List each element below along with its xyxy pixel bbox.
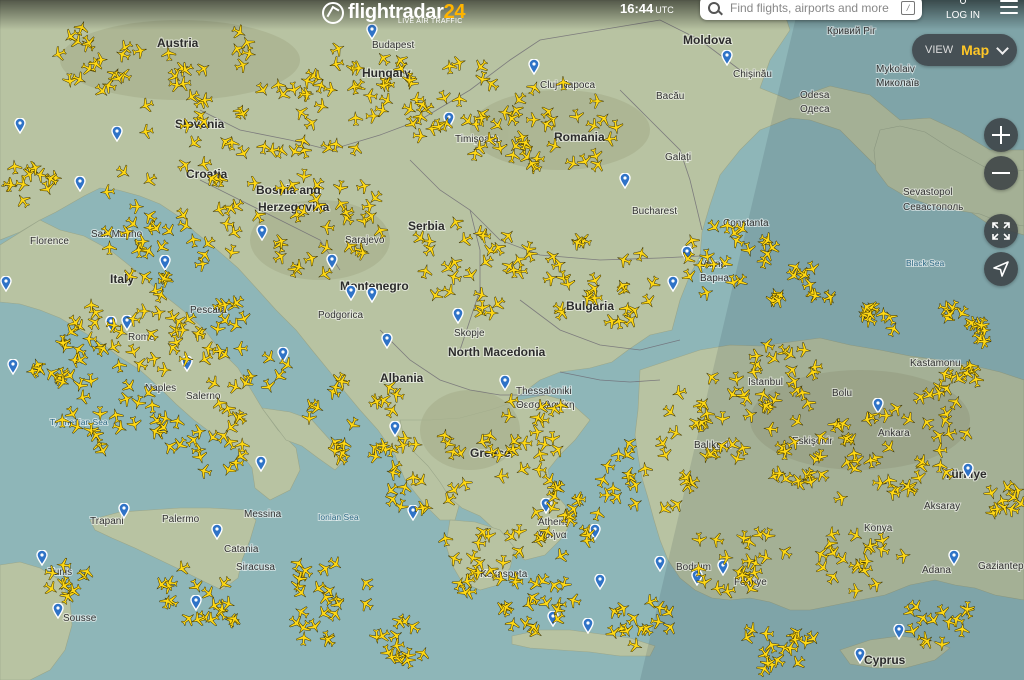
map-label-city: Ankara — [878, 428, 910, 439]
map-label-city: Budapest — [372, 40, 414, 51]
map-label-sea: Black Sea — [906, 258, 945, 268]
map-label-city: Messina — [244, 509, 282, 520]
keyboard-shortcut-icon: / — [901, 1, 915, 15]
map-label-city: Palermo — [162, 514, 200, 525]
map-label-city: Bolu — [832, 388, 852, 399]
map-label-city: Bacău — [656, 91, 684, 102]
location-arrow-icon — [993, 261, 1009, 277]
fullscreen-button[interactable] — [984, 214, 1018, 248]
map-label-city: Galați — [665, 152, 691, 163]
map-label-city: Gaziantep — [978, 561, 1024, 572]
map-label-country: Albania — [380, 371, 424, 385]
map-label-city: Eskişehir — [792, 436, 833, 447]
map-label-city: Варна — [700, 273, 729, 284]
map-label-city: Sevastopol — [903, 187, 952, 198]
map-label-city: Миколаїв — [876, 78, 919, 89]
clock-time: 16:44 — [620, 1, 654, 16]
radar-logo-icon — [322, 2, 344, 24]
utc-clock: 16:44 UTC — [620, 1, 674, 16]
map-label-city: Salerno — [186, 391, 221, 402]
map-label-city: Одеса — [800, 104, 830, 115]
map-label-country: Bulgaria — [566, 299, 614, 313]
search-icon — [708, 2, 720, 14]
map-label-city: Thessaloniki — [516, 386, 572, 397]
map-label-city: Konya — [864, 523, 893, 534]
hamburger-menu-icon[interactable] — [1000, 0, 1018, 14]
map-label-city: San Marino — [91, 229, 143, 240]
map-label-country: Moldova — [683, 33, 732, 47]
map-label-city: Mykolaiv — [876, 64, 915, 75]
view-selector[interactable]: VIEW Map — [912, 34, 1017, 66]
map-label-city: Catania — [224, 544, 259, 555]
map-label-country: Serbia — [408, 219, 445, 233]
map-label-city: Bucharest — [632, 206, 677, 217]
view-label: VIEW — [925, 44, 954, 56]
map-label-sea: Ionian Sea — [318, 512, 359, 522]
logo-tagline: LIVE AIR TRAFFIC — [398, 18, 463, 25]
map-label-city: Florence — [30, 236, 69, 247]
map-label-city: Cluj-Napoca — [540, 80, 595, 91]
map-label-city: Севастополь — [903, 202, 963, 213]
flight-map[interactable]: MoldovaChișinău MykolaivМиколаївКривий Рі… — [0, 0, 1024, 680]
fullscreen-icon — [992, 222, 1010, 240]
map-label-city: Aksaray — [924, 501, 960, 512]
chevron-down-icon — [996, 41, 1009, 55]
view-value: Map — [961, 42, 990, 58]
map-label-country: North Macedonia — [448, 345, 546, 359]
search-input[interactable] — [728, 0, 897, 16]
search-box[interactable]: / — [700, 0, 922, 20]
login-label: LOG IN — [946, 10, 980, 21]
map-label-country: Austria — [157, 36, 199, 50]
map-label-country: Cyprus — [864, 653, 906, 667]
map-label-city: Sousse — [63, 613, 97, 624]
clock-zone: UTC — [655, 5, 674, 15]
user-icon — [957, 0, 969, 8]
map-label-city: Podgorica — [318, 310, 363, 321]
login-button[interactable]: LOG IN — [944, 0, 982, 24]
zoom-in-button[interactable] — [984, 118, 1018, 152]
map-label-city: Chișinău — [733, 69, 772, 80]
my-location-button[interactable] — [984, 252, 1018, 286]
logo[interactable]: flightradar24 LIVE AIR TRAFFIC — [322, 0, 466, 26]
map-label-city: Istanbul — [748, 377, 783, 388]
plus-icon — [992, 126, 1010, 144]
map-label-city: Siracusa — [236, 562, 275, 573]
map-label-city: Skopje — [454, 328, 485, 339]
map-label-city: Trapani — [90, 516, 124, 527]
map-label-city: Adana — [922, 565, 951, 576]
map-label-country: Romania — [554, 130, 605, 144]
map-label-city: Odesa — [800, 90, 830, 101]
minus-icon — [992, 164, 1010, 182]
map-label-city: Kastamonu — [910, 358, 961, 369]
zoom-out-button[interactable] — [984, 156, 1018, 190]
